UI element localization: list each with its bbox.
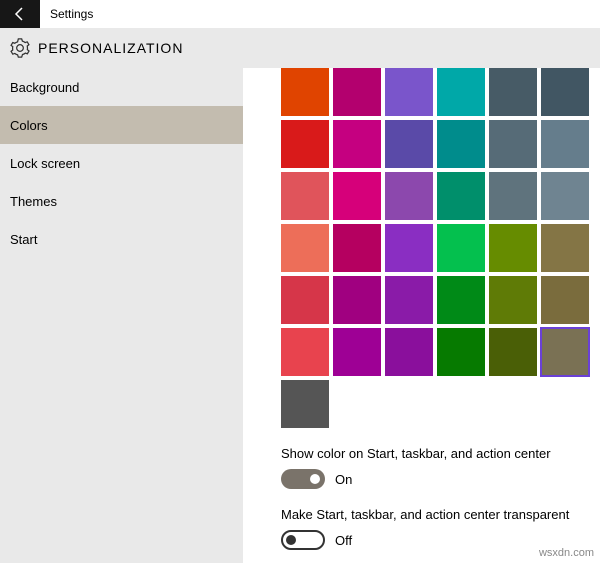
titlebar: Settings (0, 0, 600, 28)
color-swatch[interactable] (437, 328, 485, 376)
sidebar-item-colors[interactable]: Colors (0, 106, 243, 144)
color-swatch[interactable] (541, 328, 589, 376)
color-swatch[interactable] (437, 276, 485, 324)
color-swatch[interactable] (333, 68, 381, 116)
color-swatch[interactable] (489, 328, 537, 376)
color-swatch[interactable] (489, 172, 537, 220)
color-swatch-extra[interactable] (281, 380, 329, 428)
setting-label: Make Start, taskbar, and action center t… (281, 507, 580, 522)
color-swatch[interactable] (281, 328, 329, 376)
color-swatch[interactable] (385, 120, 433, 168)
color-swatch[interactable] (437, 68, 485, 116)
sidebar-item-start[interactable]: Start (0, 220, 243, 258)
color-swatch[interactable] (489, 68, 537, 116)
toggle-state-text: On (335, 472, 352, 487)
sidebar-item-background[interactable]: Background (0, 68, 243, 106)
color-swatch[interactable] (281, 276, 329, 324)
color-swatch[interactable] (437, 120, 485, 168)
color-swatch[interactable] (385, 68, 433, 116)
color-swatch[interactable] (385, 328, 433, 376)
color-swatch[interactable] (489, 276, 537, 324)
color-swatch[interactable] (489, 224, 537, 272)
setting-show-color: Show color on Start, taskbar, and action… (281, 446, 600, 489)
setting-label: Show color on Start, taskbar, and action… (281, 446, 580, 461)
content-panel: Show color on Start, taskbar, and action… (243, 68, 600, 563)
color-swatch[interactable] (541, 172, 589, 220)
sidebar: BackgroundColorsLock screenThemesStart (0, 68, 243, 563)
sidebar-item-themes[interactable]: Themes (0, 182, 243, 220)
color-swatch[interactable] (437, 172, 485, 220)
color-swatch-grid (281, 68, 600, 376)
sidebar-item-lock-screen[interactable]: Lock screen (0, 144, 243, 182)
gear-icon (10, 38, 30, 58)
color-swatch[interactable] (541, 120, 589, 168)
color-swatch[interactable] (541, 224, 589, 272)
color-swatch[interactable] (333, 328, 381, 376)
color-swatch[interactable] (281, 172, 329, 220)
color-swatch[interactable] (437, 224, 485, 272)
color-swatch[interactable] (385, 224, 433, 272)
color-swatch[interactable] (489, 120, 537, 168)
color-swatch[interactable] (385, 172, 433, 220)
toggle-show-color[interactable] (281, 469, 325, 489)
toggle-transparent[interactable] (281, 530, 325, 550)
color-swatch[interactable] (385, 276, 433, 324)
back-button[interactable] (0, 0, 40, 28)
color-swatch[interactable] (281, 120, 329, 168)
titlebar-app-name: Settings (40, 7, 93, 21)
toggle-state-text: Off (335, 533, 352, 548)
color-swatch[interactable] (541, 68, 589, 116)
color-swatch[interactable] (333, 276, 381, 324)
color-swatch[interactable] (541, 276, 589, 324)
color-swatch[interactable] (333, 172, 381, 220)
setting-transparent: Make Start, taskbar, and action center t… (281, 507, 600, 550)
color-swatch[interactable] (333, 120, 381, 168)
watermark: wsxdn.com (539, 547, 594, 559)
page-title: PERSONALIZATION (38, 40, 183, 56)
color-swatch[interactable] (281, 68, 329, 116)
color-swatch[interactable] (281, 224, 329, 272)
arrow-left-icon (12, 6, 28, 22)
color-swatch[interactable] (333, 224, 381, 272)
header: PERSONALIZATION (0, 28, 600, 68)
